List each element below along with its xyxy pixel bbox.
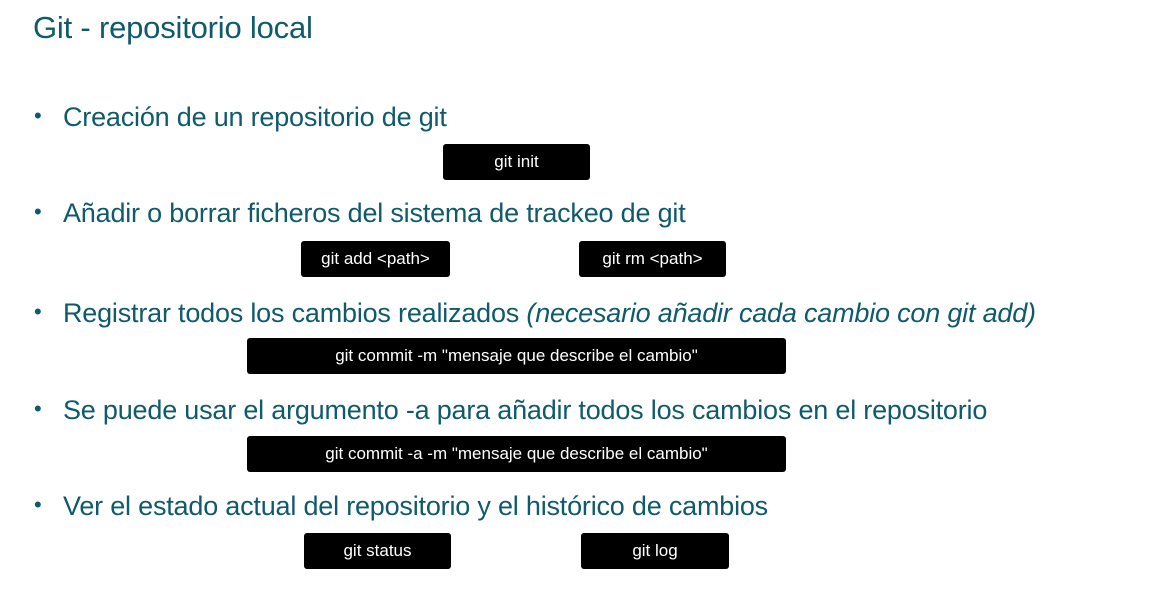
bullet-item-commit-all-arg: • Se puede usar el argumento -a para añad… (34, 395, 987, 426)
slide-title: Git - repositorio local (33, 10, 313, 45)
bullet-dot: • (34, 396, 42, 421)
bullet-text: Creación de un repositorio de git (63, 102, 447, 132)
bullet-item-add-remove-files: • Añadir o borrar ficheros del sistema de… (34, 198, 686, 229)
bullet-note: (necesario añadir cada cambio con git ad… (526, 298, 1036, 328)
command-box-git-status: git status (304, 533, 451, 569)
command-box-git-rm: git rm <path> (579, 241, 726, 277)
bullet-dot: • (34, 103, 42, 128)
bullet-text: Ver el estado actual del repositorio y e… (63, 491, 768, 521)
bullet-item-create-repo: • Creación de un repositorio de git (34, 102, 447, 133)
bullet-dot: • (34, 199, 42, 224)
command-box-git-commit-all: git commit -a -m "mensaje que describe e… (247, 436, 786, 472)
bullet-dot: • (34, 299, 42, 324)
command-box-git-log: git log (581, 533, 729, 569)
bullet-text: Se puede usar el argumento -a para añadi… (63, 395, 988, 425)
bullet-dot: • (34, 492, 42, 517)
bullet-text: Añadir o borrar ficheros del sistema de … (63, 198, 686, 228)
command-box-git-add: git add <path> (301, 241, 450, 277)
bullet-item-status-log: • Ver el estado actual del repositorio y … (34, 491, 768, 522)
bullet-text: Registrar todos los cambios realizados (63, 298, 527, 328)
command-box-git-init: git init (443, 144, 590, 180)
command-box-git-commit: git commit -m "mensaje que describe el c… (247, 338, 786, 374)
bullet-item-register-changes: • Registrar todos los cambios realizados … (34, 298, 1036, 329)
